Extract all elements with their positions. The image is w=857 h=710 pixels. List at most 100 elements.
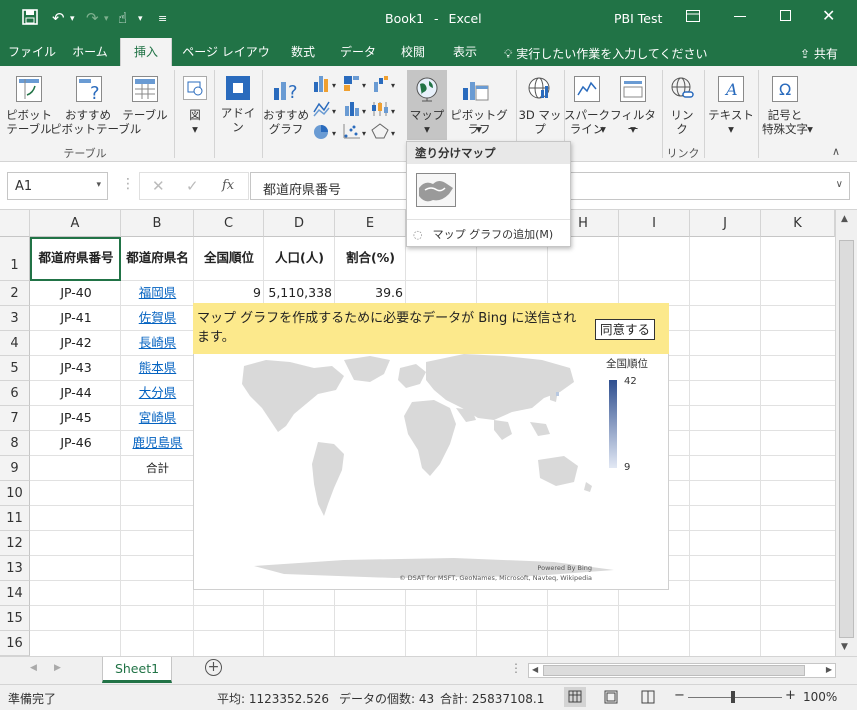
horizontal-scrollbar[interactable]: ◀ ▶ — [528, 663, 836, 678]
header-cell-name[interactable]: 都道府県名 — [122, 244, 193, 272]
enter-icon[interactable]: ✓ — [186, 177, 199, 195]
row-header-16[interactable]: 16 — [0, 631, 30, 656]
maps-dropdown-icon[interactable]: ▾ — [407, 122, 447, 136]
addins-button[interactable]: アドイ ン — [218, 106, 258, 134]
save-icon[interactable] — [22, 9, 38, 29]
cell-prefecture-link[interactable]: 熊本県 — [122, 356, 193, 380]
undo-icon[interactable]: ↶ — [52, 9, 65, 27]
share-button[interactable]: ⇪ 共有 — [800, 45, 838, 62]
close-icon[interactable]: ✕ — [822, 6, 835, 25]
minimize-icon[interactable] — [734, 16, 746, 17]
tab-home[interactable]: ホーム — [64, 38, 116, 66]
row-header-1[interactable]: 1 — [0, 237, 30, 281]
status-count[interactable]: データの個数: 43 — [339, 690, 434, 707]
scroll-right-icon[interactable]: ▶ — [826, 665, 832, 674]
status-sum[interactable]: 合計: 25837108.1 — [440, 690, 544, 707]
scroll-thumb[interactable] — [839, 240, 854, 638]
cancel-icon[interactable]: ✕ — [152, 177, 165, 195]
text-dropdown-icon[interactable]: ▾ — [706, 122, 756, 136]
row-header-11[interactable]: 11 — [0, 506, 30, 531]
filled-map-option[interactable] — [416, 173, 456, 207]
cell-prefecture-link[interactable]: 佐賀県 — [122, 306, 193, 330]
tab-data[interactable]: データ — [332, 38, 384, 66]
cell-prefecture-link[interactable]: 大分県 — [122, 381, 193, 405]
row-header-7[interactable]: 7 — [0, 406, 30, 431]
symbols-dropdown-icon[interactable]: ▾ — [804, 122, 816, 136]
illustrations-dropdown-icon[interactable]: ▾ — [182, 122, 208, 136]
recommended-charts-button[interactable]: おすすめ グラフ — [262, 108, 310, 136]
cell-code[interactable]: JP-44 — [32, 381, 120, 405]
add-sheet-icon[interactable]: + — [205, 659, 222, 676]
page-break-view-icon[interactable] — [638, 687, 658, 710]
text-button[interactable]: テキスト — [706, 108, 756, 122]
column-header-k[interactable]: K — [761, 210, 835, 237]
normal-view-icon[interactable] — [564, 687, 586, 707]
zoom-level[interactable]: 100% — [803, 690, 837, 704]
maps-button[interactable]: マップ — [407, 108, 447, 122]
cell-code[interactable]: JP-45 — [32, 406, 120, 430]
row-header-4[interactable]: 4 — [0, 331, 30, 356]
row-header-15[interactable]: 15 — [0, 606, 30, 631]
row-header-2[interactable]: 2 — [0, 281, 30, 306]
table-button[interactable]: テーブル — [122, 108, 168, 122]
tab-page-layout[interactable]: ページ レイアウト — [178, 38, 274, 87]
column-header-j[interactable]: J — [690, 210, 761, 237]
header-cell-share[interactable]: 割合(%) — [336, 244, 405, 272]
user-name[interactable]: PBI Test — [614, 11, 662, 26]
cell-code[interactable]: JP-46 — [32, 431, 120, 455]
row-header-12[interactable]: 12 — [0, 531, 30, 556]
filters-dropdown-icon[interactable]: ▾ — [608, 122, 658, 136]
header-cell-code[interactable]: 都道府県番号 — [32, 244, 120, 272]
tab-formulas[interactable]: 数式 — [280, 38, 326, 66]
scroll-down-icon[interactable]: ▼ — [841, 642, 848, 652]
sheet-tab-sheet1[interactable]: Sheet1 — [102, 657, 172, 683]
tab-review[interactable]: 校閲 — [390, 38, 436, 66]
column-header-a[interactable]: A — [30, 210, 121, 237]
recommended-pivot-button[interactable]: おすすめ ピボットテーブル — [50, 108, 141, 136]
maximize-icon[interactable] — [780, 10, 791, 21]
zoom-in-icon[interactable]: + — [785, 688, 796, 703]
cell-code[interactable]: JP-41 — [32, 306, 120, 330]
h-scroll-thumb[interactable] — [543, 665, 805, 676]
name-box-dropdown-icon[interactable]: ▾ — [96, 180, 101, 190]
cell-population[interactable]: 5,110,338 — [265, 281, 332, 305]
agree-button[interactable]: 同意する — [595, 319, 655, 340]
scroll-up-icon[interactable]: ▲ — [841, 214, 848, 224]
tab-file[interactable]: ファイル — [6, 38, 58, 66]
select-all-corner[interactable] — [0, 210, 30, 237]
column-header-c[interactable]: C — [194, 210, 264, 237]
tab-insert[interactable]: 挿入 — [120, 38, 172, 66]
vertical-scrollbar[interactable]: ▲ ▼ — [835, 210, 857, 656]
column-header-d[interactable]: D — [264, 210, 335, 237]
pivot-chart-dropdown-icon[interactable]: ▾ — [446, 122, 512, 136]
row-header-13[interactable]: 13 — [0, 556, 30, 581]
header-cell-population[interactable]: 人口(人) — [265, 244, 334, 272]
cell-rank[interactable]: 9 — [195, 281, 261, 305]
column-header-i[interactable]: I — [619, 210, 690, 237]
touch-mode-icon[interactable]: ☝ — [118, 9, 127, 27]
undo-dropdown-icon[interactable]: ▾ — [70, 14, 75, 24]
zoom-slider[interactable] — [688, 697, 782, 698]
scroll-left-icon[interactable]: ◀ — [532, 665, 538, 674]
redo-icon[interactable]: ↷ — [86, 9, 99, 27]
tab-view[interactable]: 表示 — [442, 38, 488, 66]
cell-prefecture-link[interactable]: 長崎県 — [122, 331, 193, 355]
cell-prefecture-link[interactable]: 鹿児島県 — [122, 431, 193, 455]
link-button[interactable]: リン ク — [664, 108, 700, 136]
zoom-out-icon[interactable]: − — [674, 688, 685, 703]
touch-dropdown-icon[interactable]: ▾ — [138, 14, 143, 24]
page-layout-view-icon[interactable] — [601, 687, 621, 710]
column-header-e[interactable]: E — [335, 210, 406, 237]
cell-share[interactable]: 39.6 — [336, 281, 403, 305]
expand-formula-bar-icon[interactable]: ∨ — [836, 179, 843, 190]
cell-prefecture-link[interactable]: 宮崎県 — [122, 406, 193, 430]
tell-me-box[interactable]: 💡︎ 実行したい作業を入力してください — [504, 45, 708, 62]
row-header-8[interactable]: 8 — [0, 431, 30, 456]
name-box[interactable]: A1 ▾ — [7, 172, 108, 200]
status-average[interactable]: 平均: 1123352.526 — [217, 690, 329, 707]
cell-code[interactable]: JP-42 — [32, 331, 120, 355]
tab-split-icon[interactable]: ⋮ — [510, 661, 522, 675]
cell-prefecture-link[interactable]: 福岡県 — [122, 281, 193, 305]
collapse-ribbon-icon[interactable]: ∧ — [832, 145, 840, 158]
row-header-3[interactable]: 3 — [0, 306, 30, 331]
